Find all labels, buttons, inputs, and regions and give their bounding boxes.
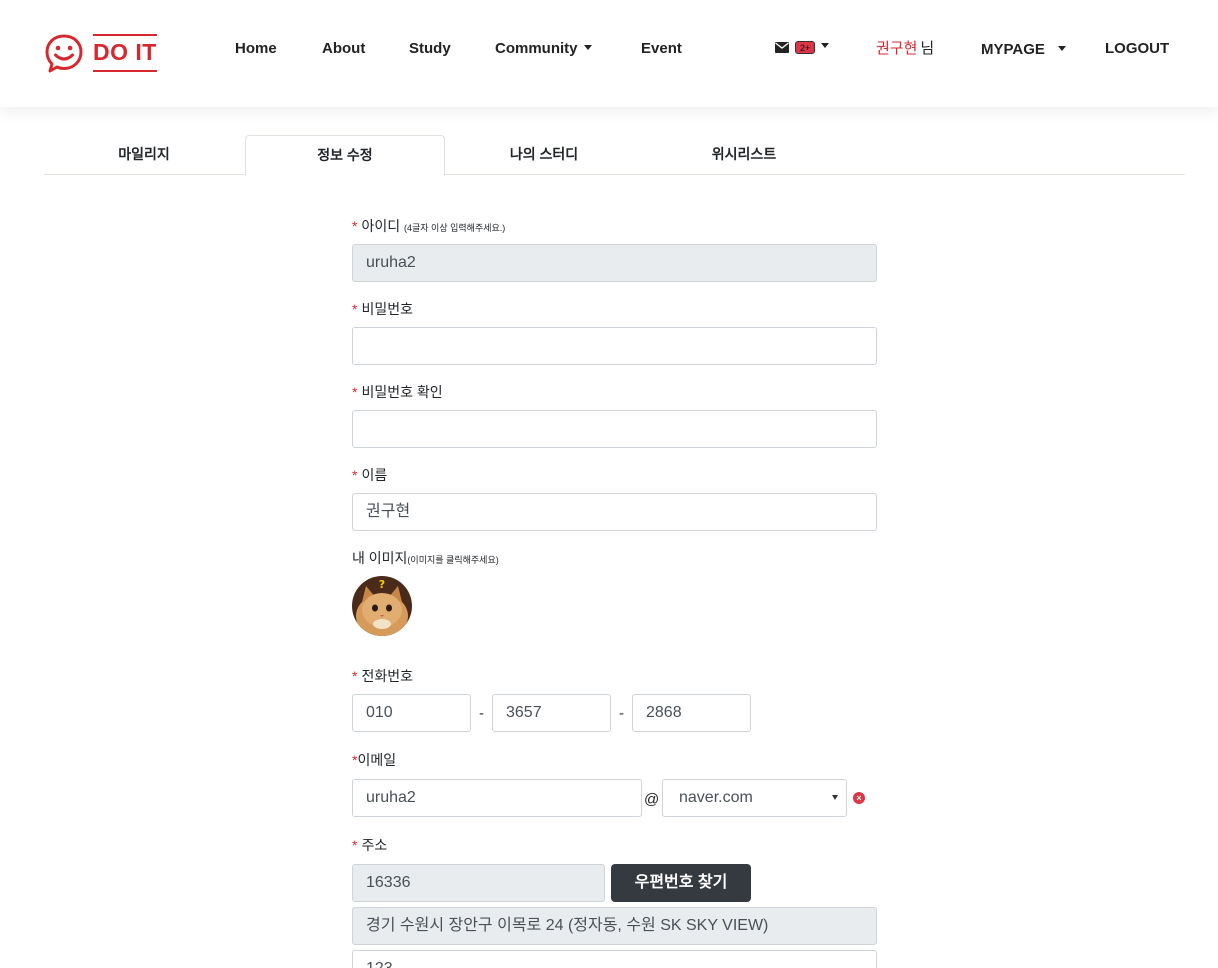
nav-community-label: Community: [495, 40, 578, 57]
site-header: DO IT Home About Study Community Event 2…: [0, 0, 1218, 107]
email-domain-value: naver.com: [679, 789, 753, 806]
phone-label: * 전화번호: [352, 668, 413, 684]
email-label-text: 이메일: [357, 752, 397, 768]
mypage-tabs: 마일리지 정보 수정 나의 스터디 위시리스트: [44, 135, 1185, 176]
phone-separator: -: [479, 705, 484, 722]
password-label-text: 비밀번호: [361, 301, 413, 317]
phone-first-field[interactable]: 010: [352, 694, 471, 732]
address-label: * 주소: [352, 837, 387, 853]
nav-about[interactable]: About: [322, 40, 365, 58]
password-label: * 비밀번호: [352, 301, 413, 317]
user-name: 권구현: [876, 40, 918, 57]
id-field[interactable]: uruha2: [352, 244, 877, 282]
phone-label-text: 전화번호: [361, 668, 413, 684]
email-id-field[interactable]: uruha2: [352, 779, 642, 817]
address-line2-field[interactable]: 123: [352, 950, 877, 968]
email-label: *이메일: [352, 752, 396, 768]
logo-text: DO IT: [93, 34, 157, 72]
password-field[interactable]: [352, 327, 877, 365]
address-line1-field[interactable]: 경기 수원시 장안구 이목로 24 (정자동, 수원 SK SKY VIEW): [352, 907, 877, 945]
required-mark: *: [352, 837, 358, 853]
mail-dropdown[interactable]: 2+: [775, 41, 830, 54]
mail-count-badge: 2+: [795, 41, 816, 54]
password-confirm-field[interactable]: [352, 410, 877, 448]
tab-mileage[interactable]: 마일리지: [44, 135, 244, 175]
envelope-icon: [775, 42, 789, 53]
nav-community[interactable]: Community: [495, 40, 592, 58]
email-at-sign: @: [644, 791, 660, 808]
smiley-chat-icon: [45, 34, 83, 73]
tab-my-study[interactable]: 나의 스터디: [444, 135, 644, 175]
user-greeting: 권구현 님: [876, 40, 934, 58]
password-confirm-label: * 비밀번호 확인: [352, 384, 443, 400]
nav-home[interactable]: Home: [235, 40, 277, 58]
id-label-text: 아이디: [361, 218, 401, 234]
required-mark: *: [352, 301, 358, 317]
image-hint: (이미지를 클릭해주세요): [407, 555, 499, 565]
name-label-text: 이름: [361, 467, 388, 483]
required-mark: *: [352, 467, 358, 483]
image-label: 내 이미지(이미지를 클릭해주세요): [352, 550, 499, 568]
profile-image[interactable]: ?: [352, 576, 412, 636]
address-label-text: 주소: [361, 837, 388, 853]
chevron-down-icon: [583, 44, 592, 50]
find-zipcode-button[interactable]: 우편번호 찾기: [611, 864, 751, 902]
email-domain-select[interactable]: naver.com: [662, 779, 847, 817]
tab-wishlist[interactable]: 위시리스트: [644, 135, 844, 175]
nav-mypage-label: MYPAGE: [981, 41, 1045, 58]
phone-separator: -: [619, 705, 624, 722]
required-mark: *: [352, 384, 358, 400]
cat-avatar-icon: ?: [352, 576, 412, 636]
clear-icon[interactable]: ×: [853, 792, 865, 804]
nav-study[interactable]: Study: [409, 40, 451, 58]
chevron-down-icon: [832, 795, 838, 800]
tab-edit-info[interactable]: 정보 수정: [245, 135, 445, 176]
svg-text:?: ?: [379, 578, 385, 591]
nav-mypage[interactable]: MYPAGE: [981, 41, 1066, 59]
name-field[interactable]: 권구현: [352, 493, 877, 531]
user-suffix: 님: [920, 40, 935, 57]
nav-event[interactable]: Event: [641, 40, 682, 58]
image-label-text: 내 이미지: [352, 550, 408, 566]
required-mark: *: [352, 668, 358, 684]
phone-last-field[interactable]: 2868: [632, 694, 751, 732]
name-label: * 이름: [352, 467, 387, 483]
logout-link[interactable]: LOGOUT: [1105, 40, 1169, 58]
required-mark: *: [352, 218, 358, 234]
logo[interactable]: DO IT: [44, 33, 157, 73]
id-hint: (4글자 이상 입력해주세요.): [403, 223, 506, 233]
phone-middle-field[interactable]: 3657: [492, 694, 611, 732]
chevron-down-icon: [1057, 45, 1066, 51]
password-confirm-label-text: 비밀번호 확인: [361, 384, 443, 400]
zipcode-field[interactable]: 16336: [352, 864, 605, 902]
id-label: * 아이디 (4글자 이상 입력해주세요.): [352, 218, 505, 236]
chevron-down-icon: [821, 43, 830, 48]
